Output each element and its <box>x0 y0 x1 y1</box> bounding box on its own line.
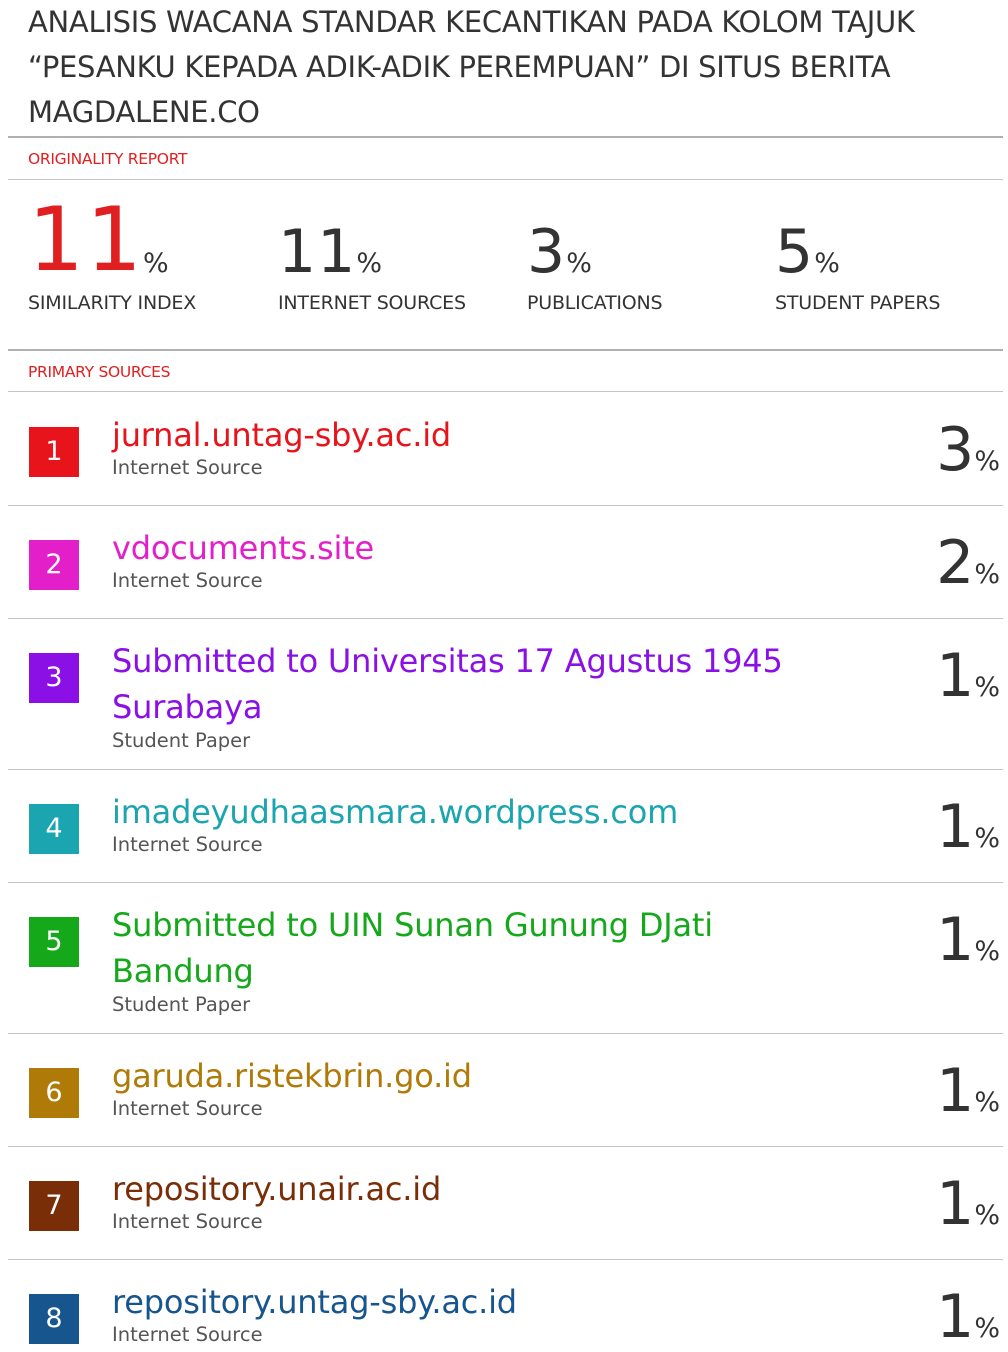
source-type: Internet Source <box>112 456 263 479</box>
source-percent: 1% <box>936 905 1000 975</box>
source-rank-badge: 1 <box>29 427 79 477</box>
divider <box>8 769 1003 770</box>
source-type: Student Paper <box>112 729 251 752</box>
divider <box>8 882 1003 883</box>
publications-percent-sign: % <box>566 248 592 279</box>
source-percent: 2% <box>936 528 1000 598</box>
source-percent: 1% <box>936 792 1000 862</box>
source-rank-badge: 5 <box>29 917 79 967</box>
source-type: Internet Source <box>112 1097 263 1120</box>
source-name[interactable]: repository.untag-sby.ac.id <box>112 1279 812 1325</box>
document-title: ANALISIS WACANA STANDAR KECANTIKAN PADA … <box>28 5 915 129</box>
source-type: Internet Source <box>112 1210 263 1233</box>
source-name[interactable]: Submitted to UIN Sunan Gunung DJati Band… <box>112 902 792 994</box>
divider <box>8 618 1003 619</box>
student-papers-stat: 5% STUDENT PAPERS <box>775 192 940 314</box>
source-percent: 1% <box>936 1056 1000 1126</box>
divider <box>8 1259 1003 1260</box>
source-percent: 1% <box>936 1169 1000 1239</box>
source-rank-badge: 6 <box>29 1068 79 1118</box>
source-rank-badge: 2 <box>29 540 79 590</box>
source-percent: 1% <box>936 641 1000 711</box>
similarity-index-stat: 11 % SIMILARITY INDEX <box>28 188 197 315</box>
source-type: Internet Source <box>112 1323 263 1346</box>
similarity-index-percent-sign: % <box>143 248 169 279</box>
student-papers-label: STUDENT PAPERS <box>775 292 941 314</box>
source-rank-badge: 8 <box>29 1294 79 1344</box>
similarity-index-value: 11 <box>28 188 144 291</box>
internet-sources-percent-sign: % <box>356 248 383 279</box>
source-name[interactable]: vdocuments.site <box>112 525 812 571</box>
student-papers-value: 5 <box>775 217 815 287</box>
divider <box>8 136 1003 138</box>
student-papers-percent-sign: % <box>814 248 840 279</box>
publications-value: 3 <box>527 217 567 287</box>
internet-sources-stat: 11% INTERNET SOURCES <box>278 192 466 314</box>
internet-sources-label: INTERNET SOURCES <box>278 292 466 314</box>
publications-label: PUBLICATIONS <box>527 292 663 314</box>
source-name[interactable]: Submitted to Universitas 17 Agustus 1945… <box>112 638 832 730</box>
primary-sources-label: PRIMARY SOURCES <box>28 363 171 381</box>
divider <box>8 505 1003 506</box>
divider <box>8 1033 1003 1034</box>
divider <box>8 391 1003 392</box>
source-name[interactable]: repository.unair.ac.id <box>112 1166 812 1212</box>
publications-stat: 3% PUBLICATIONS <box>527 192 663 314</box>
source-name[interactable]: jurnal.untag-sby.ac.id <box>112 412 812 458</box>
source-rank-badge: 7 <box>29 1181 79 1231</box>
source-type: Student Paper <box>112 993 251 1016</box>
divider <box>8 179 1003 180</box>
source-percent: 1% <box>936 1282 1000 1352</box>
divider <box>8 349 1003 351</box>
originality-report-label: ORIGINALITY REPORT <box>28 150 188 168</box>
source-rank-badge: 3 <box>29 653 79 703</box>
divider <box>8 1146 1003 1147</box>
source-name[interactable]: imadeyudhaasmara.wordpress.com <box>112 789 812 835</box>
source-type: Internet Source <box>112 833 263 856</box>
source-percent: 3% <box>936 415 1000 485</box>
similarity-index-label: SIMILARITY INDEX <box>28 292 197 314</box>
source-name[interactable]: garuda.ristekbrin.go.id <box>112 1053 812 1099</box>
source-rank-badge: 4 <box>29 804 79 854</box>
internet-sources-value: 11 <box>278 217 357 287</box>
source-type: Internet Source <box>112 569 263 592</box>
